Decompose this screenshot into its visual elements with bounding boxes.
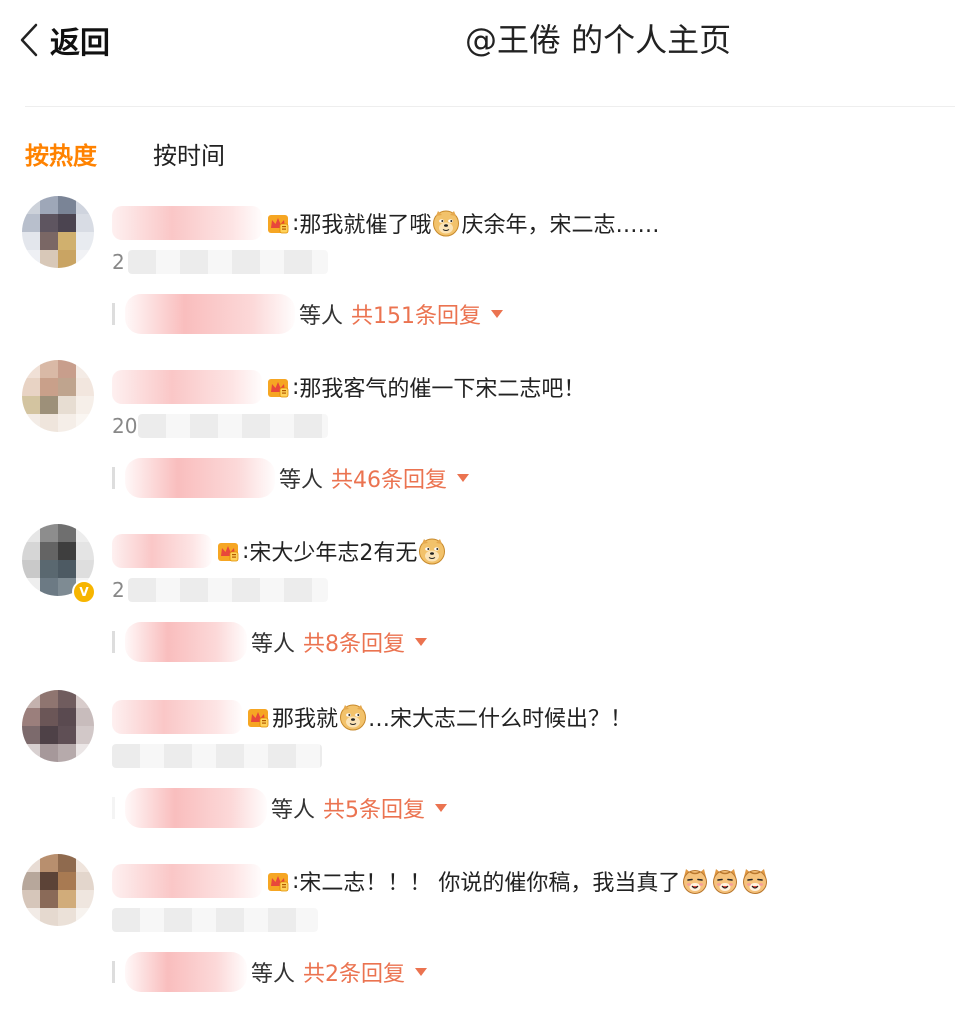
timestamp-redacted <box>112 908 318 932</box>
reply-divider <box>112 797 115 819</box>
comment-text-cont: 庆余年，宋二志…… <box>461 213 660 238</box>
comment-text: 那我客气的催一下宋二志吧！ <box>299 377 586 402</box>
comment-meta <box>112 740 322 772</box>
doge-emoji-icon <box>418 537 446 565</box>
username-redacted[interactable] <box>112 534 212 568</box>
tab-sort-by-hot[interactable]: 按热度 <box>25 136 97 171</box>
comment-item: : 那我就催了哦 庆余年，宋二志…… 2 等人 共151条回复 <box>0 188 955 353</box>
reply-divider <box>112 961 115 983</box>
comment-line: : 那我客气的催一下宋二志吧！ <box>112 370 585 404</box>
page-title: @王倦 的个人主页 <box>465 21 732 59</box>
header-divider <box>25 106 955 107</box>
back-button[interactable]: 返回 <box>18 18 110 62</box>
comment-item: V : 宋大少年志2有无 2 等人 共8条回复 <box>0 516 955 681</box>
timestamp-fragment: 20 <box>112 414 138 438</box>
comment-meta: 2 <box>112 574 328 606</box>
replies-suffix: 等人 <box>251 632 296 657</box>
colon: : <box>292 868 300 894</box>
comment-meta: 20 <box>112 410 328 442</box>
replies-link[interactable]: 等人 共8条回复 <box>112 622 428 662</box>
reply-count[interactable]: 共8条回复 <box>303 626 405 658</box>
replies-suffix: 等人 <box>251 962 296 987</box>
comment-text: 宋大少年志2有无 <box>249 541 418 566</box>
comment-line: : 宋大少年志2有无 <box>112 534 447 568</box>
reply-divider <box>112 631 115 653</box>
comment-line: : 那我就催了哦 庆余年，宋二志…… <box>112 206 659 240</box>
replies-suffix: 等人 <box>271 798 316 823</box>
expand-caret-icon[interactable] <box>491 310 504 318</box>
replier-names-redacted <box>125 458 275 498</box>
replier-names-redacted <box>125 294 295 334</box>
chevron-left-icon <box>20 23 38 57</box>
crown-badge-icon <box>246 705 270 729</box>
timestamp-redacted <box>128 250 328 274</box>
username-redacted[interactable] <box>112 370 262 404</box>
username-redacted[interactable] <box>112 864 262 898</box>
timestamp-redacted <box>138 414 328 438</box>
replies-link[interactable]: 等人 共2条回复 <box>112 952 428 992</box>
comment-meta: 2 <box>112 246 328 278</box>
comment-text: 那我就 <box>272 707 339 732</box>
crown-badge-icon <box>216 539 240 563</box>
expand-caret-icon[interactable] <box>435 804 448 812</box>
comment-item: 那我就 …宋大志二什么时候出？！ 等人 共5条回复 <box>0 682 955 847</box>
username-redacted[interactable] <box>112 206 262 240</box>
comment-meta <box>112 904 318 936</box>
comment-line: : 宋二志！！！ 你说的催你稿，我当真了 <box>112 864 770 898</box>
timestamp-fragment: 2 <box>112 250 125 274</box>
cat-emoji-icon <box>741 867 769 895</box>
reply-count[interactable]: 共46条回复 <box>331 462 447 494</box>
cat-emoji-icon <box>711 867 739 895</box>
replies-link[interactable]: 等人 共46条回复 <box>112 458 470 498</box>
back-label: 返回 <box>50 26 110 61</box>
expand-caret-icon[interactable] <box>457 474 470 482</box>
timestamp-redacted <box>112 744 322 768</box>
cat-emoji-icon <box>681 867 709 895</box>
crown-badge-icon <box>266 375 290 399</box>
reply-count[interactable]: 共151条回复 <box>351 298 481 330</box>
comment-item: : 宋二志！！！ 你说的催你稿，我当真了 等人 共2条回复 <box>0 846 955 1011</box>
avatar[interactable] <box>22 196 94 268</box>
comment-line: 那我就 …宋大志二什么时候出？！ <box>112 700 632 734</box>
crown-badge-icon <box>266 869 290 893</box>
comment-item: : 那我客气的催一下宋二志吧！ 20 等人 共46条回复 <box>0 352 955 517</box>
reply-divider <box>112 303 115 325</box>
doge-emoji-icon <box>339 703 367 731</box>
tab-sort-by-time[interactable]: 按时间 <box>153 136 225 171</box>
crown-badge-icon <box>266 211 290 235</box>
replier-names-redacted <box>125 622 247 662</box>
replies-suffix: 等人 <box>279 468 324 493</box>
avatar[interactable] <box>22 854 94 926</box>
sort-tabs: 按热度 按时间 <box>25 136 281 171</box>
expand-caret-icon[interactable] <box>415 968 428 976</box>
expand-caret-icon[interactable] <box>415 638 428 646</box>
avatar[interactable] <box>22 690 94 762</box>
replies-suffix: 等人 <box>299 304 344 329</box>
replier-names-redacted <box>125 952 247 992</box>
comment-text-cont: …宋大志二什么时候出？！ <box>368 707 633 732</box>
reply-count[interactable]: 共5条回复 <box>323 792 425 824</box>
avatar[interactable] <box>22 360 94 432</box>
replies-link[interactable]: 等人 共151条回复 <box>112 294 504 334</box>
username-redacted[interactable] <box>112 700 242 734</box>
replier-names-redacted <box>125 788 267 828</box>
verified-badge-icon: V <box>72 580 96 604</box>
timestamp-redacted <box>128 578 328 602</box>
reply-divider <box>112 467 115 489</box>
comment-text: 宋二志！！！ 你说的催你稿，我当真了 <box>299 871 681 896</box>
colon: : <box>242 538 250 564</box>
colon: : <box>292 374 300 400</box>
reply-count[interactable]: 共2条回复 <box>303 956 405 988</box>
colon: : <box>292 210 300 236</box>
top-bar: 返回 @王倦 的个人主页 <box>0 0 955 100</box>
doge-emoji-icon <box>432 209 460 237</box>
replies-link[interactable]: 等人 共5条回复 <box>112 788 448 828</box>
timestamp-fragment: 2 <box>112 578 125 602</box>
comment-text: 那我就催了哦 <box>299 213 432 238</box>
